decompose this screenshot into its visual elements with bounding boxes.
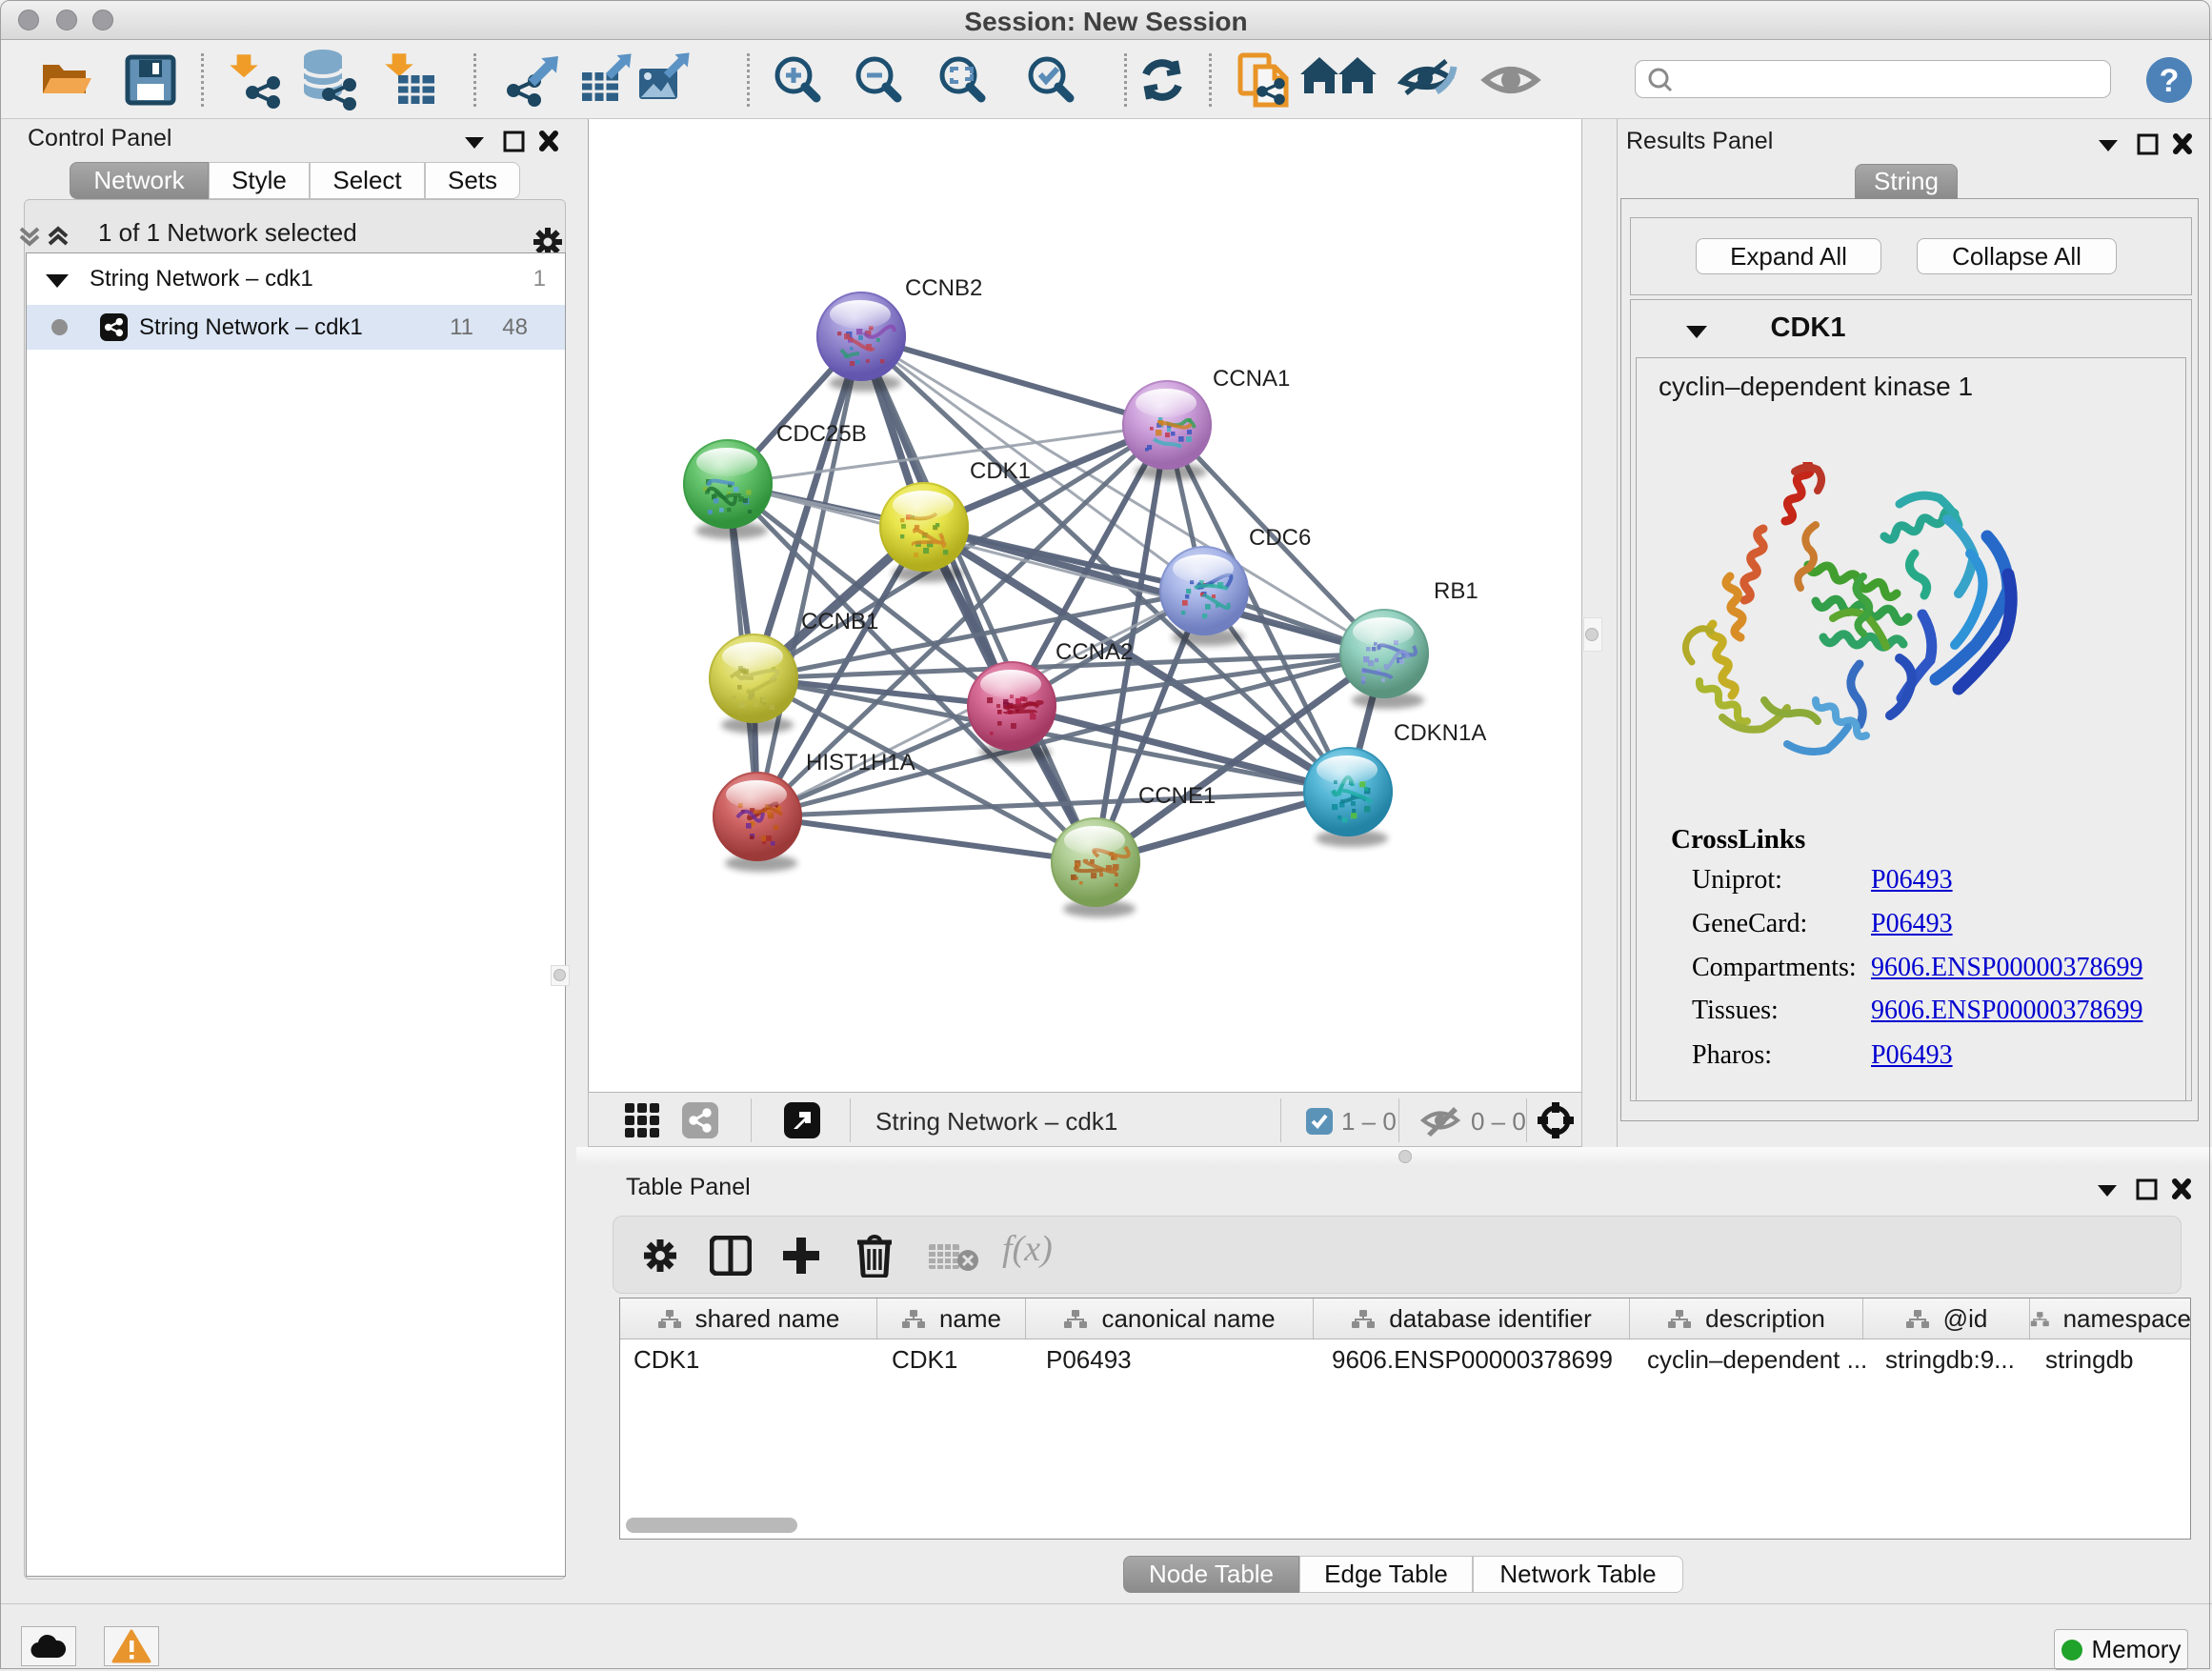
- svg-text:CDKN1A: CDKN1A: [1394, 720, 1486, 746]
- svg-text:CCNB2: CCNB2: [905, 275, 982, 301]
- svg-text:CCNA2: CCNA2: [1056, 639, 1133, 665]
- svg-text:CDC6: CDC6: [1249, 525, 1311, 551]
- svg-text:?: ?: [2160, 63, 2180, 99]
- svg-text:HIST1H1A: HIST1H1A: [806, 750, 915, 775]
- svg-text:CCNA1: CCNA1: [1213, 366, 1290, 392]
- svg-text:CDK1: CDK1: [970, 458, 1031, 484]
- svg-text:CDC25B: CDC25B: [776, 421, 867, 447]
- svg-text:RB1: RB1: [1434, 578, 1478, 604]
- svg-text:CCNE1: CCNE1: [1138, 783, 1216, 809]
- svg-text:CCNB1: CCNB1: [801, 609, 878, 634]
